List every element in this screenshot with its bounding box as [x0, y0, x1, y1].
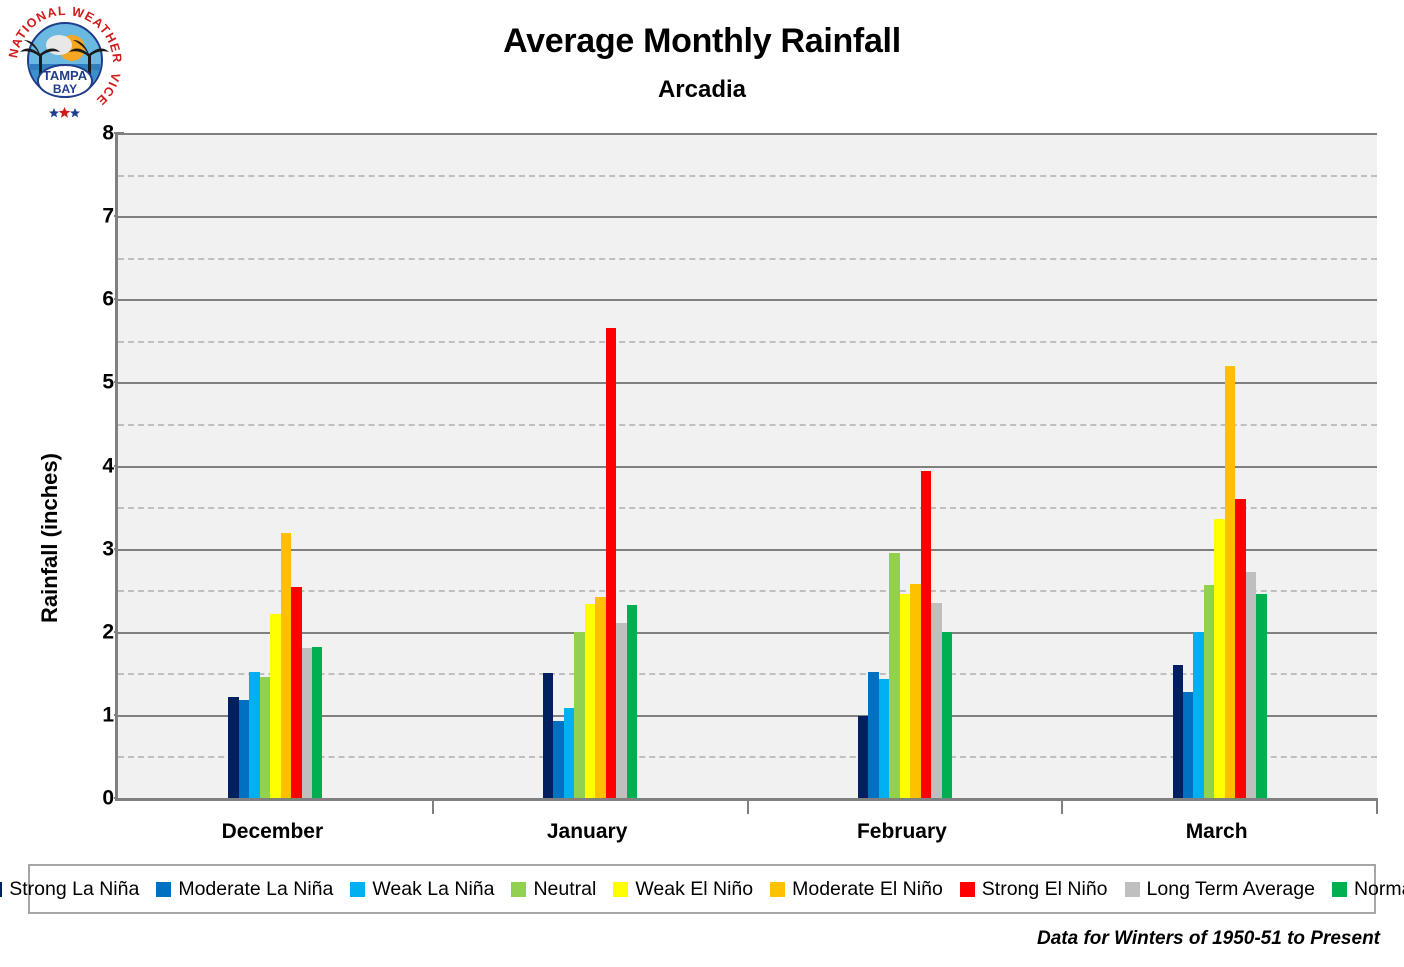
- category-separator: [746, 798, 749, 814]
- y-tick-label: 0: [102, 786, 114, 810]
- x-category-label: February: [856, 820, 947, 843]
- legend-swatch-icon: [0, 881, 3, 897]
- bar[interactable]: [228, 696, 239, 798]
- x-category-label: March: [1185, 820, 1248, 843]
- legend-item[interactable]: Weak El Niño: [613, 878, 753, 901]
- bar[interactable]: [291, 586, 302, 798]
- bar[interactable]: [889, 552, 900, 798]
- legend-swatch-icon: [770, 881, 786, 897]
- bar[interactable]: [626, 605, 638, 798]
- legend-swatch-icon: [613, 881, 629, 897]
- bar[interactable]: [878, 679, 890, 798]
- bar-group: [433, 133, 749, 814]
- bar[interactable]: [941, 631, 952, 798]
- bar[interactable]: [920, 471, 932, 798]
- bar[interactable]: [301, 648, 313, 798]
- bar-group: [748, 133, 1064, 814]
- category-separator: [431, 798, 434, 814]
- y-tick-label: 7: [102, 204, 114, 228]
- y-tick-label: 5: [102, 370, 114, 394]
- legend-label: Weak La Niña: [372, 877, 495, 900]
- bar-group: [118, 133, 434, 814]
- footer-note: Data for Winters of 1950-51 to Present: [1037, 928, 1380, 949]
- category-separator: [1061, 798, 1064, 814]
- category-separator: [1376, 798, 1378, 814]
- bar[interactable]: [1193, 631, 1204, 798]
- legend-item[interactable]: Strong El Niño: [959, 877, 1108, 901]
- legend-label: Moderate La Niña: [178, 877, 334, 900]
- chart-title: Average Monthly Rainfall: [503, 22, 901, 60]
- legend-label: Long Term Average: [1146, 877, 1315, 900]
- chart-legend: Strong La Niña Moderate La Niña Weak La Ni…: [0, 864, 1404, 914]
- bar[interactable]: [857, 715, 869, 798]
- legend-item[interactable]: Moderate El Niño: [770, 878, 943, 901]
- bar[interactable]: [1203, 585, 1215, 798]
- bar[interactable]: [1245, 571, 1257, 798]
- bar[interactable]: [1224, 365, 1236, 798]
- legend-item[interactable]: Strong La Niña: [0, 878, 139, 901]
- bar[interactable]: [259, 677, 271, 798]
- legend-swatch-icon: [1331, 881, 1347, 897]
- legend-swatch-icon: [350, 881, 366, 897]
- y-tick-label: 1: [102, 703, 114, 727]
- x-axis-category-labels: December January February March: [115, 820, 1374, 854]
- bar[interactable]: [312, 646, 323, 798]
- legend-swatch-icon: [511, 881, 527, 897]
- bar[interactable]: [1235, 498, 1246, 798]
- bar[interactable]: [899, 593, 911, 798]
- legend-swatch-icon: [1124, 881, 1140, 897]
- bar[interactable]: [543, 673, 554, 798]
- bar[interactable]: [563, 708, 575, 798]
- plot-area: [115, 133, 1378, 814]
- chart-subtitle: Arcadia: [657, 76, 747, 103]
- legend-swatch-icon: [156, 881, 172, 897]
- bar[interactable]: [595, 596, 606, 798]
- bar[interactable]: [1182, 692, 1194, 798]
- legend-label: Normal: [1353, 877, 1404, 900]
- chart-area: Rainfall (inches) 012345678 December Janu…: [12, 123, 1392, 854]
- bar[interactable]: [605, 328, 617, 798]
- x-category-label: December: [221, 820, 324, 843]
- legend-label: Moderate El Niño: [792, 877, 943, 900]
- bar[interactable]: [574, 631, 585, 798]
- bar[interactable]: [584, 603, 596, 798]
- y-tick-label: 3: [102, 537, 114, 561]
- y-tick-label: 6: [102, 287, 114, 311]
- bar[interactable]: [249, 672, 260, 798]
- bar[interactable]: [280, 532, 292, 798]
- x-category-label: January: [546, 820, 628, 843]
- bar[interactable]: [1256, 594, 1267, 798]
- y-tick-label: 4: [102, 454, 114, 477]
- bar[interactable]: [868, 672, 879, 798]
- bar[interactable]: [616, 622, 627, 798]
- bar[interactable]: [931, 602, 942, 798]
- bar[interactable]: [1214, 518, 1225, 798]
- bar[interactable]: [910, 583, 921, 798]
- bar-group: [1062, 133, 1378, 814]
- legend-label: Neutral: [533, 877, 597, 900]
- y-tick-label: 2: [102, 620, 114, 644]
- y-tick-label: 8: [102, 121, 114, 145]
- legend-item[interactable]: Moderate La Niña: [156, 878, 333, 901]
- legend-item[interactable]: Long Term Average: [1124, 877, 1315, 901]
- bar[interactable]: [270, 614, 281, 798]
- bar[interactable]: [238, 699, 250, 798]
- legend-item[interactable]: Weak La Niña: [350, 878, 494, 901]
- chart-frame: NATIONAL WEATHER SER VICE: [0, 0, 1404, 967]
- y-axis-ticks: 0 1 2 3 4 5 6 7 8: [72, 123, 114, 809]
- legend-swatch-icon: [959, 881, 975, 897]
- legend-item[interactable]: Normal: [1331, 877, 1404, 901]
- legend-item[interactable]: Neutral: [511, 878, 596, 901]
- bar-groups: [118, 133, 1378, 814]
- legend-label: Strong La Niña: [9, 877, 140, 900]
- legend-label: Weak El Niño: [635, 877, 754, 900]
- bar[interactable]: [553, 720, 564, 798]
- bar[interactable]: [1172, 665, 1183, 798]
- legend-label: Strong El Niño: [981, 877, 1108, 900]
